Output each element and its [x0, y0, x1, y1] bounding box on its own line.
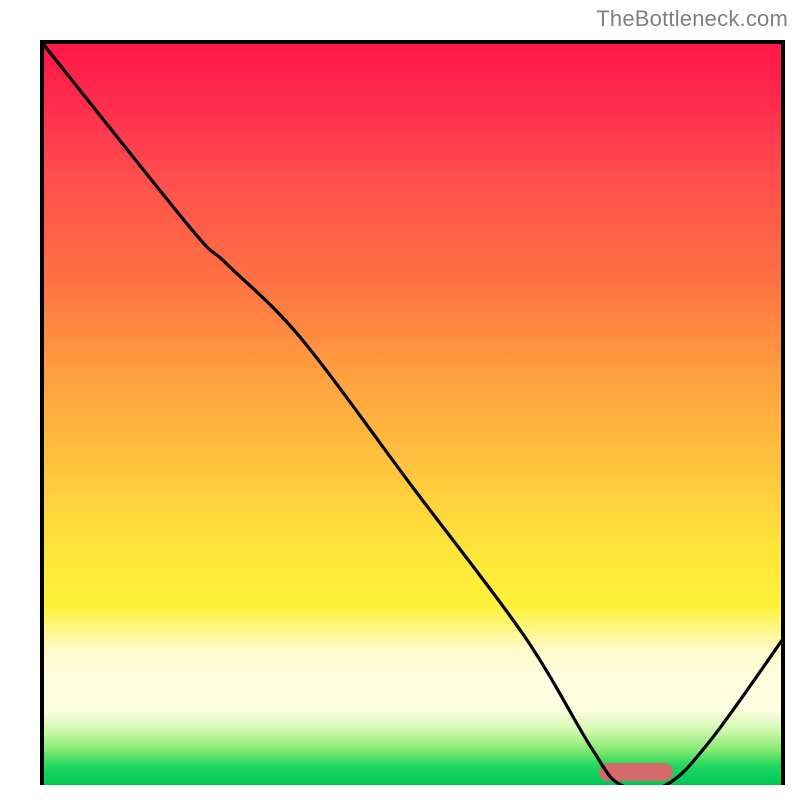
bottleneck-curve — [40, 40, 785, 785]
attribution-text: TheBottleneck.com — [596, 6, 788, 32]
frame-top — [40, 40, 785, 44]
curve-path — [40, 40, 785, 785]
chart-container: TheBottleneck.com — [0, 0, 800, 800]
frame-left — [40, 40, 44, 785]
frame-right — [781, 40, 785, 785]
